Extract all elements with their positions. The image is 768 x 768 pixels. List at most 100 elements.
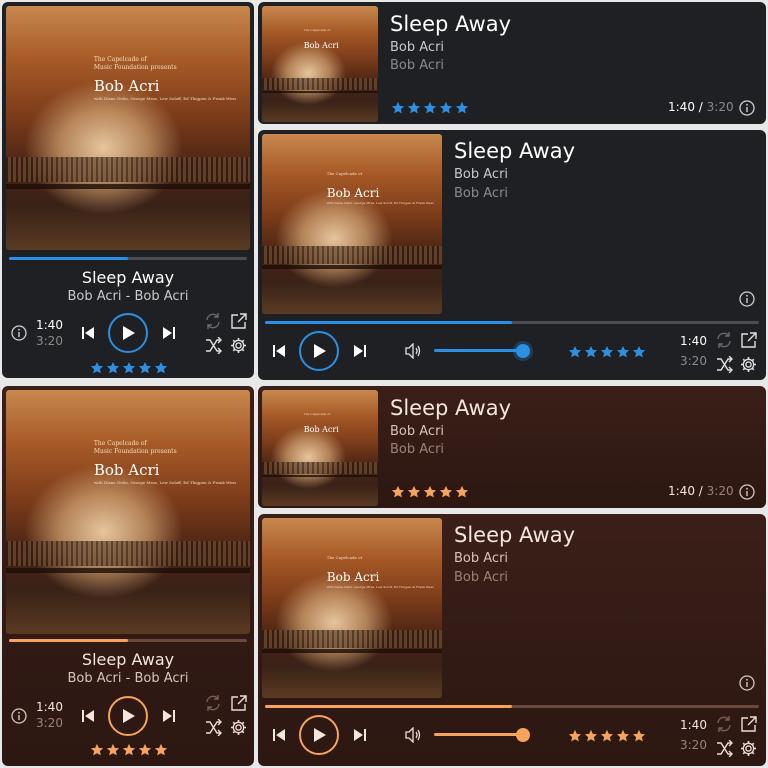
star-icon[interactable] <box>616 345 630 359</box>
star-icon[interactable] <box>407 485 421 499</box>
settings-icon[interactable] <box>738 354 758 374</box>
external-link-icon[interactable] <box>738 714 758 734</box>
info-icon[interactable] <box>10 707 28 725</box>
info-icon[interactable] <box>738 483 756 501</box>
star-icon[interactable] <box>407 101 421 115</box>
rating-stars[interactable] <box>391 485 469 499</box>
star-icon[interactable] <box>439 485 453 499</box>
star-icon[interactable] <box>423 485 437 499</box>
star-icon[interactable] <box>600 345 614 359</box>
cover-line1: The Capelcade of <box>93 56 147 64</box>
star-icon[interactable] <box>568 345 582 359</box>
star-icon[interactable] <box>455 485 469 499</box>
previous-icon[interactable] <box>79 707 97 725</box>
track-title: Sleep Away <box>454 139 575 163</box>
rating-stars[interactable] <box>568 729 646 743</box>
cover-credits: with Diane Delin, George Mraz, Lew Solof… <box>93 480 237 486</box>
previous-icon[interactable] <box>79 324 97 342</box>
volume-knob[interactable] <box>516 344 531 358</box>
previous-icon[interactable] <box>270 342 288 360</box>
track-title: Sleep Away <box>390 396 511 420</box>
rating-stars[interactable] <box>391 101 469 115</box>
star-icon[interactable] <box>632 729 646 743</box>
cover-name: Bob Acri <box>303 424 339 434</box>
star-icon[interactable] <box>154 743 168 757</box>
album-name: Bob Acri <box>390 58 445 73</box>
repeat-icon[interactable] <box>714 330 734 350</box>
external-link-icon[interactable] <box>228 693 248 713</box>
star-icon[interactable] <box>122 743 136 757</box>
star-icon[interactable] <box>616 729 630 743</box>
cover-name: Bob Acri <box>93 460 160 479</box>
star-icon[interactable] <box>138 361 152 375</box>
artist-name: Bob Acri <box>454 167 509 182</box>
play-button[interactable] <box>108 696 148 736</box>
star-icon[interactable] <box>391 485 405 499</box>
star-icon[interactable] <box>600 729 614 743</box>
next-icon[interactable] <box>351 342 369 360</box>
volume-knob[interactable] <box>516 728 531 742</box>
star-icon[interactable] <box>138 743 152 757</box>
volume-icon[interactable] <box>404 342 424 360</box>
cover-line1: The Capelcade of <box>326 170 363 176</box>
star-icon[interactable] <box>90 361 104 375</box>
progress-bar[interactable] <box>265 705 759 708</box>
star-icon[interactable] <box>439 101 453 115</box>
elapsed-time: 1:40 <box>668 100 695 114</box>
info-icon[interactable] <box>10 324 28 342</box>
star-icon[interactable] <box>106 361 120 375</box>
info-icon[interactable] <box>738 674 756 692</box>
rating-stars[interactable] <box>568 345 646 359</box>
shuffle-icon[interactable] <box>203 335 223 355</box>
star-icon[interactable] <box>568 729 582 743</box>
cover-line1: The Capelcade of <box>93 440 147 448</box>
volume-level <box>434 733 523 736</box>
star-icon[interactable] <box>391 101 405 115</box>
shuffle-icon[interactable] <box>203 717 223 737</box>
play-button[interactable] <box>108 313 148 353</box>
previous-icon[interactable] <box>270 726 288 744</box>
shuffle-icon[interactable] <box>714 354 734 374</box>
star-icon[interactable] <box>584 729 598 743</box>
info-icon[interactable] <box>738 290 756 308</box>
settings-icon[interactable] <box>228 717 248 737</box>
repeat-icon[interactable] <box>203 693 223 713</box>
settings-icon[interactable] <box>738 738 758 758</box>
external-link-icon[interactable] <box>228 311 248 331</box>
settings-icon[interactable] <box>228 335 248 355</box>
repeat-icon[interactable] <box>714 714 734 734</box>
info-icon[interactable] <box>738 99 756 117</box>
star-icon[interactable] <box>455 101 469 115</box>
volume-slider[interactable] <box>434 343 542 359</box>
next-icon[interactable] <box>160 707 178 725</box>
star-icon[interactable] <box>90 743 104 757</box>
shuffle-icon[interactable] <box>714 738 734 758</box>
repeat-icon[interactable] <box>203 311 223 331</box>
progress-bar[interactable] <box>9 639 247 642</box>
next-icon[interactable] <box>160 324 178 342</box>
duration-time: 3:20 <box>36 334 63 348</box>
elapsed-time: 1:40 <box>680 718 707 732</box>
volume-slider[interactable] <box>434 727 542 743</box>
cover-name: Bob Acri <box>303 40 339 50</box>
rating-stars[interactable] <box>90 743 168 757</box>
album-art: The Capelcade of Music Foundation presen… <box>6 6 250 250</box>
rating-stars[interactable] <box>90 361 168 375</box>
cover-name: Bob Acri <box>326 570 380 585</box>
next-icon[interactable] <box>351 726 369 744</box>
star-icon[interactable] <box>106 743 120 757</box>
play-button[interactable] <box>299 331 339 371</box>
player-large-warm: The Capelcade of Bob Acri with Diane Del… <box>258 514 766 766</box>
star-icon[interactable] <box>423 101 437 115</box>
progress-bar[interactable] <box>265 321 759 324</box>
progress-bar[interactable] <box>9 257 247 260</box>
player-compact-warm: The Capelcade of Music Foundation presen… <box>2 386 254 766</box>
star-icon[interactable] <box>154 361 168 375</box>
star-icon[interactable] <box>632 345 646 359</box>
play-button[interactable] <box>299 715 339 755</box>
volume-icon[interactable] <box>404 726 424 744</box>
star-icon[interactable] <box>584 345 598 359</box>
star-icon[interactable] <box>122 361 136 375</box>
duration-time: 3:20 <box>680 354 707 368</box>
external-link-icon[interactable] <box>738 330 758 350</box>
